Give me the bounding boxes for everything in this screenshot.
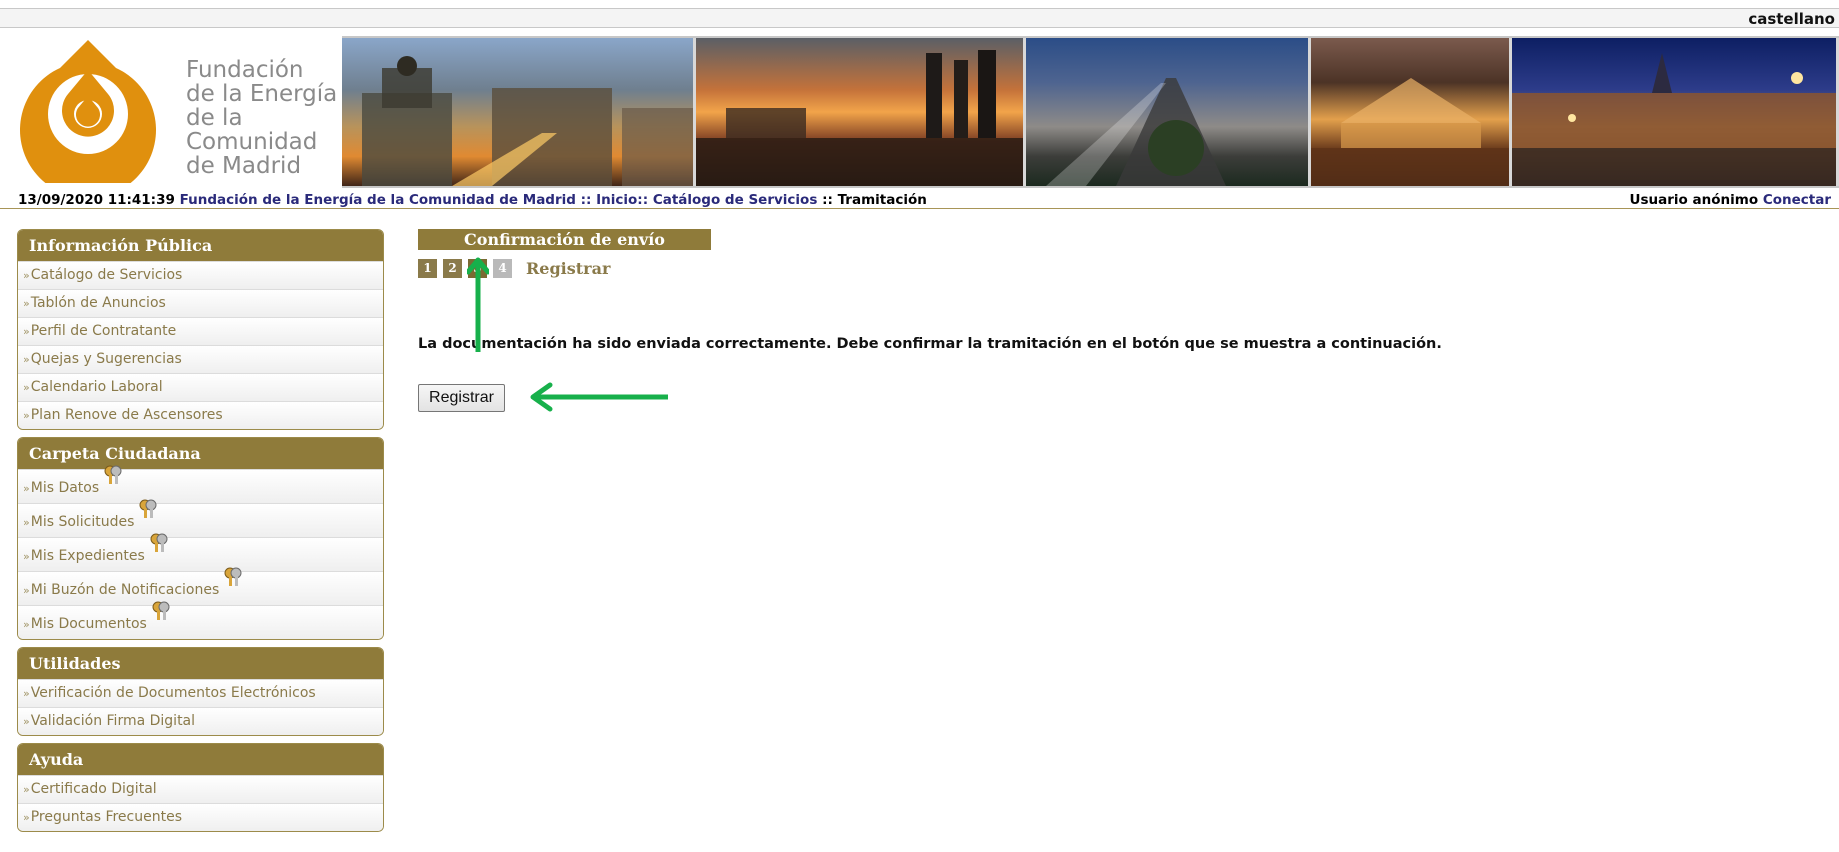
breadcrumb-separator: :: [822,192,833,208]
chevron-right-icon: » [23,381,30,394]
banner-photo-avenue [1026,38,1311,186]
user-info: Usuario anónimo Conectar [1630,192,1831,208]
chevron-right-icon: » [23,297,30,310]
step-indicator: 1 2 3 4 Registrar [418,259,610,278]
logo-line: Comunidad [186,129,318,155]
keys-icon [139,499,157,518]
chevron-right-icon: » [23,325,30,338]
chevron-right-icon: » [23,811,30,824]
sidebar-item-verificacion[interactable]: »Verificación de Documentos Electrónicos [18,679,383,707]
annotation-arrow-left-icon [530,382,668,412]
chevron-right-icon: » [23,482,30,495]
page-title: Confirmación de envío [418,229,711,250]
panel-title: Utilidades [18,648,383,679]
banner-photo-metropolis [342,38,696,186]
logo[interactable]: Fundación de la Energía de la Comunidad … [18,38,338,198]
breadcrumb-home-link[interactable]: Inicio:: [596,192,648,208]
chevron-right-icon: » [23,715,30,728]
chevron-right-icon: » [23,584,30,597]
sidebar-item-certificado[interactable]: »Certificado Digital [18,775,383,803]
chevron-right-icon: » [23,353,30,366]
keys-icon [104,465,122,484]
keys-icon [152,601,170,620]
panel-utilidades: Utilidades »Verificación de Documentos E… [17,647,384,736]
sidebar-item-label: Plan Renove de Ascensores [30,407,223,423]
step-label: Registrar [526,259,611,278]
sidebar-item-label: Verificación de Documentos Electrónicos [30,685,316,701]
sidebar-item-mis-expedientes[interactable]: »Mis Expedientes [18,533,383,571]
panel-title: Carpeta Ciudadana [18,438,383,469]
sidebar-item-label: Quejas y Sugerencias [30,351,182,367]
sidebar-item-preguntas[interactable]: »Preguntas Frecuentes [18,803,383,831]
datetime: 13/09/2020 11:41:39 [18,192,175,208]
language-selector[interactable]: castellano [1748,10,1835,28]
sidebar-item-label: Preguntas Frecuentes [30,809,182,825]
sidebar-item-label: Certificado Digital [30,781,157,797]
sidebar: Información Pública »Catálogo de Servici… [17,229,384,839]
sidebar-item-mis-solicitudes[interactable]: »Mis Solicitudes [18,499,383,537]
connect-link[interactable]: Conectar [1763,192,1831,208]
panel-title: Ayuda [18,744,383,775]
chevron-right-icon: » [23,516,30,529]
step-1: 1 [418,259,437,278]
sidebar-item-mi-buzon[interactable]: »Mi Buzón de Notificaciones [18,567,383,605]
panel-carpeta-ciudadana: Carpeta Ciudadana »Mis Datos »Mis Solici… [17,437,384,640]
user-label: Usuario anónimo [1629,192,1759,208]
sidebar-item-perfil-contratante[interactable]: »Perfil de Contratante [18,317,383,345]
logo-line: Fundación [186,57,304,83]
sidebar-item-quejas[interactable]: »Quejas y Sugerencias [18,345,383,373]
logo-line: de la Energía [186,81,338,107]
sidebar-item-tablon[interactable]: »Tablón de Anuncios [18,289,383,317]
sidebar-item-label: Mi Buzón de Notificaciones [30,582,220,598]
register-button[interactable]: Registrar [418,384,505,412]
banner-photo-plaza-mayor [1512,38,1839,186]
sidebar-item-catalogo[interactable]: »Catálogo de Servicios [18,261,383,289]
keys-icon [150,533,168,552]
sidebar-item-mis-documentos[interactable]: »Mis Documentos [18,601,383,639]
sidebar-item-label: Perfil de Contratante [30,323,177,339]
panel-title: Información Pública [18,230,383,261]
chevron-right-icon: » [23,783,30,796]
sidebar-item-mis-datos[interactable]: »Mis Datos [18,465,383,503]
breadcrumb: 13/09/2020 11:41:39 Fundación de la Ener… [0,190,1839,209]
sidebar-item-label: Validación Firma Digital [30,713,196,729]
top-bar: castellano [0,8,1839,28]
step-4: 4 [493,259,512,278]
annotation-arrow-up-icon [467,257,489,352]
step-2: 2 [443,259,462,278]
logo-text: Fundación de la Energía de la Comunidad … [186,58,337,178]
keys-icon [224,567,242,586]
sidebar-item-label: Mis Expedientes [30,548,145,564]
header-banner [342,36,1839,188]
chevron-right-icon: » [23,269,30,282]
logo-drop-icon [20,40,157,198]
sidebar-item-label: Tablón de Anuncios [30,295,166,311]
logo-line: de Madrid [186,153,302,179]
logo-line: de la [186,105,243,131]
breadcrumb-current: Tramitación [837,192,927,208]
sidebar-item-label: Mis Solicitudes [30,514,135,530]
breadcrumb-catalog-link[interactable]: Catálogo de Servicios [653,192,818,208]
confirmation-message: La documentación ha sido enviada correct… [418,336,1442,352]
chevron-right-icon: » [23,618,30,631]
sidebar-item-validacion-firma[interactable]: »Validación Firma Digital [18,707,383,735]
chevron-right-icon: » [23,409,30,422]
sidebar-item-calendario[interactable]: »Calendario Laboral [18,373,383,401]
sidebar-item-label: Mis Datos [30,480,100,496]
panel-informacion-publica: Información Pública »Catálogo de Servici… [17,229,384,430]
breadcrumb-trail: 13/09/2020 11:41:39 Fundación de la Ener… [18,192,927,208]
banner-photo-towers [696,38,1026,186]
banner-photo-crystal-palace [1311,38,1512,186]
chevron-right-icon: » [23,687,30,700]
sidebar-item-plan-renove[interactable]: »Plan Renove de Ascensores [18,401,383,429]
sidebar-item-label: Catálogo de Servicios [30,267,183,283]
breadcrumb-org-link[interactable]: Fundación de la Energía de la Comunidad … [180,192,576,208]
panel-ayuda: Ayuda »Certificado Digital »Preguntas Fr… [17,743,384,832]
chevron-right-icon: » [23,550,30,563]
sidebar-item-label: Calendario Laboral [30,379,163,395]
sidebar-item-label: Mis Documentos [30,616,147,632]
breadcrumb-separator: :: [580,192,592,208]
